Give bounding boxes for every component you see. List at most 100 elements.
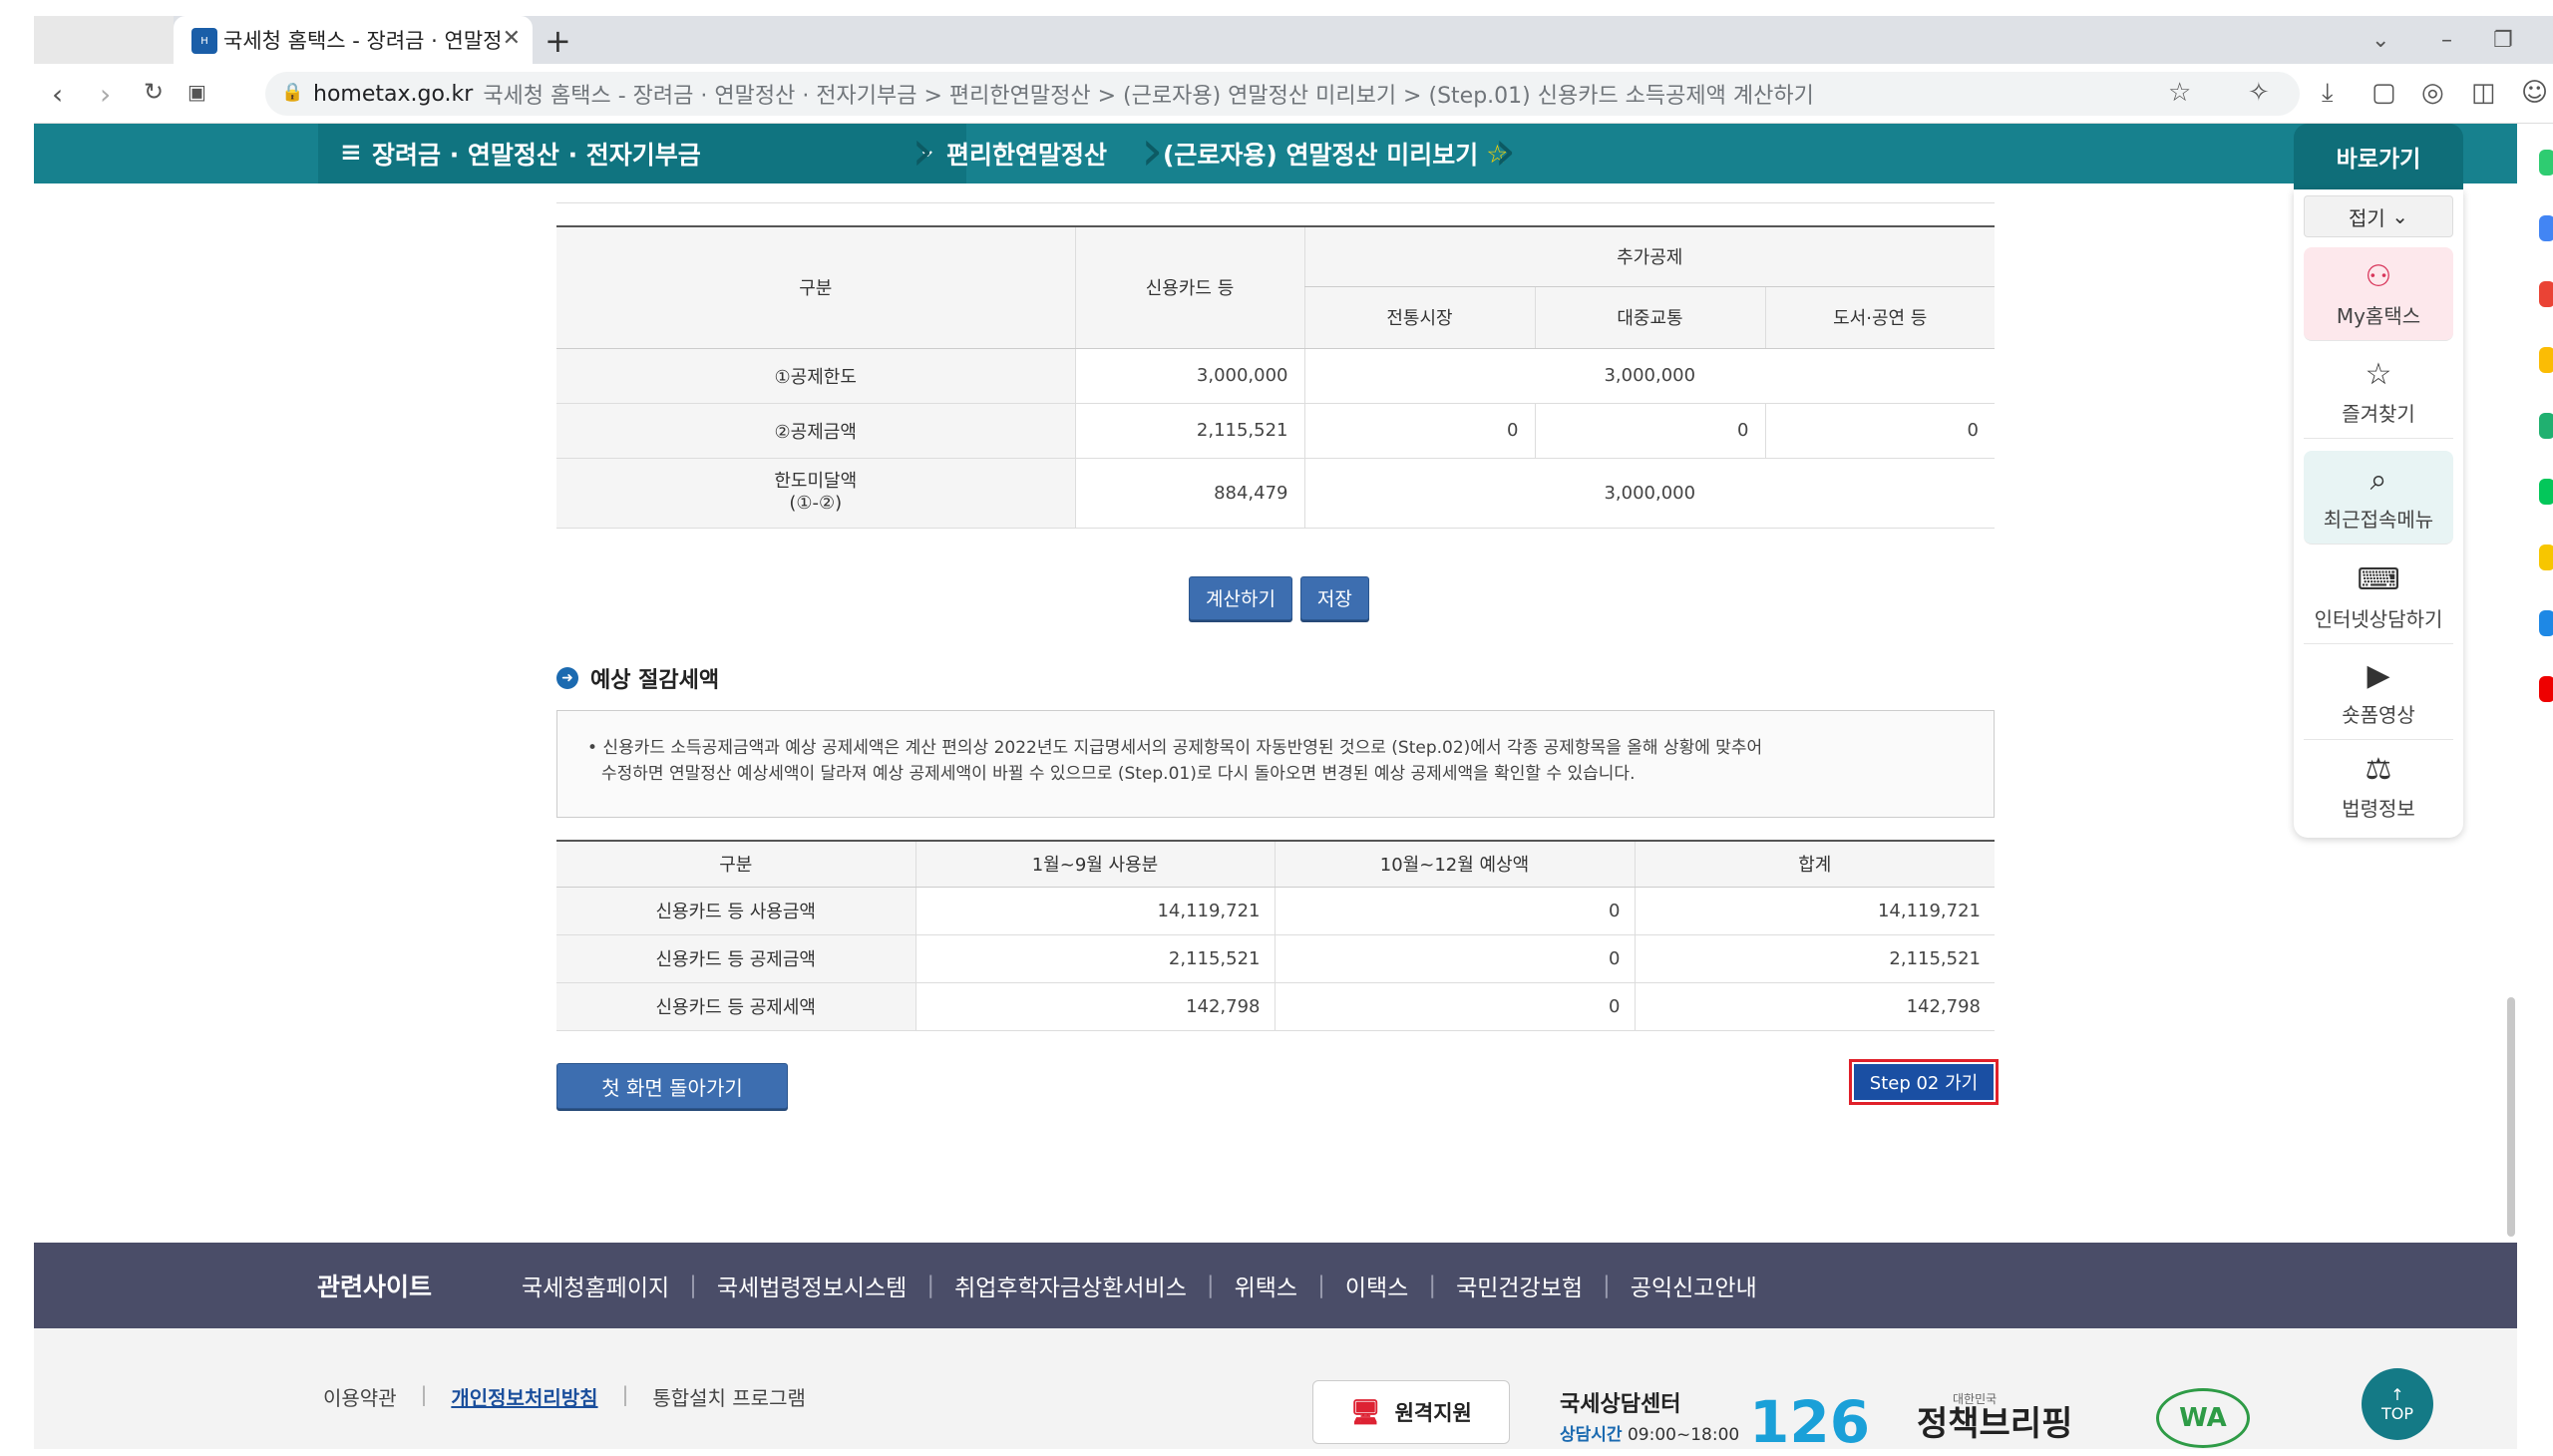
cell: 2,115,521: [1634, 934, 1995, 983]
quick-shortform-video[interactable]: ▶ 숏폼영상: [2304, 646, 2453, 740]
call-number-logo: 126: [1749, 1388, 1871, 1456]
cell: 3,000,000: [1074, 348, 1304, 404]
col-header: 대중교통: [1534, 286, 1765, 349]
quick-favorites[interactable]: ☆ 즐겨찾기: [2304, 345, 2453, 439]
sidebar-app-icon[interactable]: [2539, 215, 2553, 241]
row-label-line: 한도미달액: [774, 471, 858, 492]
sidebar-app-icon[interactable]: [2539, 347, 2553, 373]
quick-online-consult[interactable]: ⌨ 인터넷상담하기: [2304, 550, 2453, 644]
policy-briefing-logo[interactable]: 정책브리핑: [1917, 1396, 2072, 1445]
footer-link[interactable]: 이택스: [1345, 1269, 1408, 1302]
call-center-hours: 상담시간 09:00~18:00: [1560, 1420, 1739, 1445]
breadcrumb-item[interactable]: 편리한연말정산: [946, 124, 1107, 183]
arrow-up-icon: ↑: [2390, 1385, 2404, 1404]
calculate-button[interactable]: 계산하기: [1189, 576, 1292, 620]
notice-line: • 신용카드 소득공제금액과 예상 공제세액은 계산 편의상 2022년도 지급…: [587, 738, 1763, 758]
save-button[interactable]: 저장: [1299, 576, 1369, 620]
footer-policy-links: 이용약관 | 개인정보처리방침 | 통합설치 프로그램: [323, 1382, 830, 1411]
sidebar-app-icon[interactable]: [2539, 413, 2553, 439]
row-label-line: (①-②): [789, 493, 843, 514]
sidebar-app-icon[interactable]: [2539, 676, 2553, 702]
back-to-home-button[interactable]: 첫 화면 돌아가기: [556, 1063, 788, 1109]
tab-inactive[interactable]: [34, 16, 174, 64]
footer-link[interactable]: 공익신고안내: [1631, 1269, 1757, 1302]
crumb-separator: ›: [1141, 119, 1164, 183]
chevron-down-icon[interactable]: ⌄: [2371, 28, 2389, 53]
url-input[interactable]: 🔒 hometax.go.kr 국세청 홈택스 - 장려금 · 연말정산 · 전…: [265, 72, 2300, 116]
sidebar-app-icon[interactable]: [2539, 479, 2553, 505]
footer-link[interactable]: 국세청홈페이지: [522, 1269, 669, 1302]
bookmark-star-icon[interactable]: ☆: [2168, 78, 2191, 108]
footer-link[interactable]: 국세법령정보시스템: [717, 1269, 907, 1302]
cell: 2,115,521: [914, 934, 1275, 983]
quick-label: 법령정보: [2342, 797, 2415, 821]
breadcrumb-label: (근로자용) 연말정산 미리보기: [1163, 141, 1479, 170]
cell: 0: [1274, 982, 1635, 1031]
cell: 884,479: [1074, 458, 1304, 529]
col-header: 신용카드 등: [1074, 226, 1304, 349]
col-header: 합계: [1634, 841, 1995, 888]
gnb-menu-select[interactable]: ≡ 장려금 · 연말정산 · 전자기부금 ⌄: [318, 124, 966, 183]
col-header: 구분: [556, 841, 915, 888]
quick-label: 인터넷상담하기: [2314, 606, 2443, 631]
step2-button[interactable]: Step 02 가기: [1854, 1064, 1994, 1100]
fold-button[interactable]: 접기 ⌄: [2304, 195, 2453, 237]
lock-icon: 🔒: [281, 82, 304, 103]
deduction-table: 구분 신용카드 등 추가공제 전통시장 대중교통 도서·공연 등 ①공제한도 3…: [556, 225, 1995, 529]
site-icon[interactable]: ▣: [187, 80, 206, 104]
quick-recent-menu[interactable]: ⌕ 최근접속메뉴: [2304, 451, 2453, 545]
cell: 3,000,000: [1303, 458, 1995, 529]
scroll-top-button[interactable]: ↑ TOP: [2362, 1368, 2433, 1440]
quick-menu-title[interactable]: 바로가기: [2294, 124, 2463, 189]
remote-support-button[interactable]: 🖥 원격지원: [1312, 1380, 1510, 1444]
sidebar-app-icon[interactable]: [2539, 281, 2553, 307]
minimize-icon[interactable]: –: [2441, 28, 2452, 53]
row-label: ②공제금액: [556, 403, 1075, 459]
install-program-link[interactable]: 통합설치 프로그램: [652, 1382, 806, 1411]
call-center-title: 국세상담센터: [1560, 1392, 1681, 1417]
footer-link[interactable]: 위택스: [1235, 1269, 1297, 1302]
profile-icon[interactable]: ☺: [2521, 78, 2548, 108]
new-tab-icon[interactable]: +: [545, 22, 571, 60]
divider: |: [420, 1382, 428, 1406]
sidebar-app-icon[interactable]: [2539, 150, 2553, 176]
notice-box: • 신용카드 소득공제금액과 예상 공제세액은 계산 편의상 2022년도 지급…: [556, 710, 1995, 818]
cell: 0: [1764, 403, 1995, 459]
url-path: 국세청 홈택스 - 장려금 · 연말정산 · 전자기부금 > 편리한연말정산 >…: [483, 84, 1814, 109]
reload-icon[interactable]: ↻: [144, 78, 164, 106]
lens-icon[interactable]: ◎: [2421, 78, 2444, 108]
page-scrollbar[interactable]: [2507, 997, 2515, 1237]
quick-law-info[interactable]: ⚖ 법령정보: [2304, 740, 2453, 834]
cell: 14,119,721: [914, 887, 1275, 935]
terms-link[interactable]: 이용약관: [323, 1382, 397, 1411]
privacy-link[interactable]: 개인정보처리방침: [451, 1382, 597, 1411]
screenshot-icon[interactable]: ▢: [2371, 78, 2396, 108]
footer: 이용약관 | 개인정보처리방침 | 통합설치 프로그램 🖥 원격지원 국세상담센…: [34, 1328, 2517, 1456]
close-icon[interactable]: ✕: [503, 26, 521, 51]
quick-label: My홈택스: [2336, 303, 2421, 328]
tab-active[interactable]: H 국세청 홈택스 - 장려금 · 연말정 ✕: [174, 16, 533, 64]
divider: |: [1317, 1273, 1325, 1298]
breadcrumb-current[interactable]: (근로자용) 연말정산 미리보기 ☆: [1163, 124, 1509, 183]
sidebar-app-icon[interactable]: [2539, 610, 2553, 636]
step2-button-highlight: Step 02 가기: [1849, 1059, 1999, 1105]
cut-off-row: [556, 183, 1995, 203]
quick-my-hometax[interactable]: ⚇ My홈택스: [2304, 247, 2453, 341]
footer-link[interactable]: 국민건강보험: [1456, 1269, 1583, 1302]
hamburger-icon[interactable]: ≡: [340, 138, 362, 168]
sidebar-app-icon[interactable]: [2539, 545, 2553, 570]
sidepanel-icon[interactable]: ◫: [2471, 78, 2496, 108]
restore-icon[interactable]: ❐: [2493, 28, 2513, 53]
download-icon[interactable]: ⤓: [2322, 78, 2334, 109]
hours-value: 09:00~18:00: [1627, 1425, 1740, 1445]
table-row: 신용카드 등 공제세액 142,798 0 142,798: [556, 982, 1995, 1031]
play-icon: ▶: [2367, 657, 2390, 693]
footer-link[interactable]: 취업후학자금상환서비스: [954, 1269, 1187, 1302]
table-row: 신용카드 등 사용금액 14,119,721 0 14,119,721: [556, 887, 1995, 935]
global-nav-bar: ≡ 장려금 · 연말정산 · 전자기부금 ⌄ › 편리한연말정산 › (근로자용…: [34, 124, 2517, 183]
back-icon[interactable]: ‹: [52, 78, 63, 111]
crumb-separator: ›: [1494, 119, 1517, 183]
top-label: TOP: [2380, 1404, 2413, 1423]
forward-icon[interactable]: ›: [100, 78, 111, 111]
extensions-icon[interactable]: ✧: [2248, 78, 2270, 108]
